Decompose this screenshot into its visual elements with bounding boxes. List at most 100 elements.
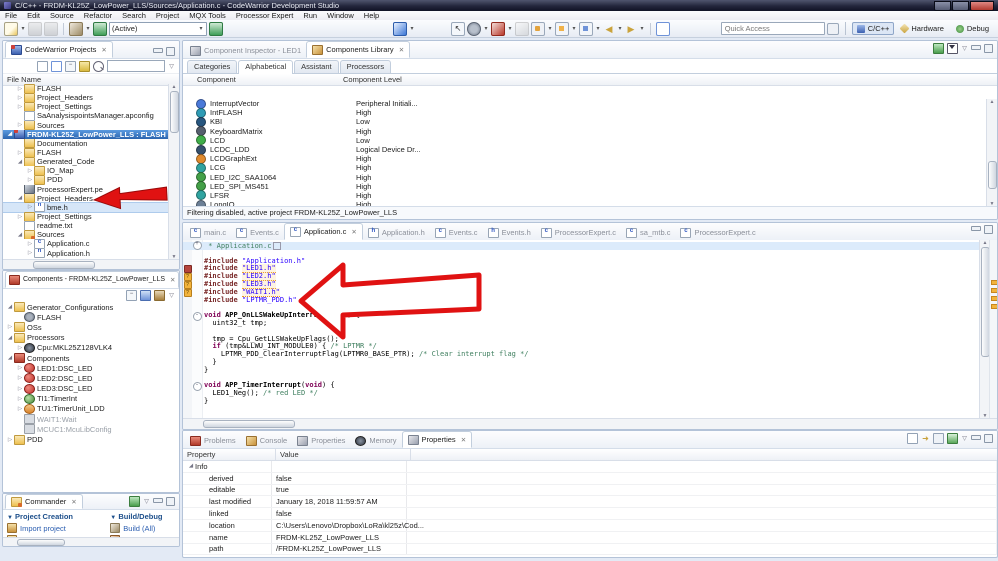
expander-icon[interactable]: ◢ — [6, 335, 14, 341]
expander-icon[interactable]: ◢ — [16, 232, 24, 238]
component-row-lcg[interactable]: LCG High — [183, 162, 987, 173]
tree-item-flash[interactable]: ▷ FLASH — [3, 147, 170, 158]
code-line-1[interactable]: + * Application.c — [183, 241, 980, 251]
subtab-assistant[interactable]: Assistant — [294, 60, 339, 73]
minimize-view-icon[interactable] — [971, 44, 981, 50]
maximize-button[interactable] — [952, 0, 969, 11]
component-row-led-i2c-saa1064[interactable]: LED_I2C_SAA1064 High — [183, 172, 987, 183]
project-filter-input[interactable] — [107, 60, 165, 72]
build-config-icon[interactable] — [209, 21, 223, 36]
expander-icon[interactable]: ▷ — [26, 168, 34, 174]
tab-commander[interactable]: Commander ✕ — [5, 494, 83, 509]
flash-programmer-icon[interactable] — [93, 21, 107, 36]
component-row-kbi[interactable]: KBI Low — [183, 116, 987, 127]
menu-mqx-tools[interactable]: MQX Tools — [184, 11, 231, 20]
menu-project[interactable]: Project — [151, 11, 184, 20]
minimize-view-icon[interactable] — [971, 225, 981, 231]
feather-icon[interactable] — [393, 21, 407, 36]
tree-item-cpu-mkl25z128vlk4[interactable]: ▷ Cpu:MKL25Z128VLK4 — [3, 342, 179, 353]
component-row-intflash[interactable]: IntFLASH High — [183, 107, 987, 118]
code-line-8[interactable]: #include "LPTMR_PDD.h" — [183, 296, 980, 305]
component-row-lcdc-ldd[interactable]: LCDC_LDD Logical Device Dr... — [183, 144, 987, 155]
maximize-view-icon[interactable] — [984, 225, 993, 234]
expander-icon[interactable]: ▷ — [16, 95, 24, 101]
export-icon[interactable] — [154, 290, 165, 301]
tree-item-wait1-wait[interactable]: WAIT1:Wait — [3, 414, 179, 425]
editor-tab-events-c[interactable]: Events.c — [231, 225, 284, 240]
code-line-16[interactable]: } — [183, 358, 980, 367]
expander-icon[interactable]: ▷ — [16, 150, 24, 156]
projects-vertical-scrollbar[interactable]: ▲ ▼ — [168, 84, 179, 260]
expander-icon[interactable]: ▷ — [6, 324, 14, 330]
warning-marker-icon[interactable]: ? — [183, 288, 192, 297]
tab-close-icon[interactable]: ✕ — [351, 228, 356, 236]
pencil-icon[interactable] — [515, 21, 529, 36]
component-row-keyboardmatrix[interactable]: KeyboardMatrix High — [183, 126, 987, 137]
expander-icon[interactable]: ▷ — [26, 177, 34, 183]
fold-toggle-icon[interactable]: + — [192, 241, 202, 251]
property-row-linked[interactable]: linked false — [183, 508, 997, 520]
file-name-column-header[interactable]: File Name — [3, 75, 41, 84]
tree-item-bme-h[interactable]: ▷ bme.h — [3, 201, 170, 213]
tree-item-saanalysispointsmanager-apconfig[interactable]: SaAnalysispointsManager.apconfig — [3, 111, 170, 121]
tree-item-frdm-kl25z-lowpower-lls-flash[interactable]: ◢ FRDM-KL25Z_LowPower_LLS : FLASH — [3, 129, 170, 139]
expander-icon[interactable]: ◢ — [187, 463, 195, 469]
add-component-icon[interactable] — [933, 43, 944, 54]
editor-tab-events-h[interactable]: Events.h — [483, 225, 536, 240]
warning-mark[interactable] — [991, 280, 997, 285]
library-vertical-scrollbar[interactable]: ▲ ▼ — [986, 99, 997, 207]
perspective-debug-button[interactable]: Debug — [951, 22, 994, 35]
commander-action-build-all[interactable]: Build (All) — [110, 523, 162, 533]
tree-item-sources[interactable]: ◢ Sources — [3, 230, 170, 240]
view-menu-icon[interactable]: ▽ — [961, 45, 968, 52]
active-config-select[interactable]: (Active) ▾ — [109, 21, 207, 36]
collapse-all-icon[interactable]: − — [65, 60, 76, 72]
menu-refactor[interactable]: Refactor — [79, 11, 117, 20]
code-line-17[interactable]: } — [183, 366, 980, 375]
property-row-path[interactable]: path/FRDM-KL25Z_LowPower_LLS — [183, 543, 997, 556]
view-menu-icon[interactable]: ▽ — [961, 435, 968, 442]
tree-item-led3-dsc-led[interactable]: ▷ LED3:DSC_LED — [3, 383, 179, 394]
editor-tab-events-c[interactable]: Events.c — [430, 225, 483, 240]
tree-item-led2-dsc-led[interactable]: ▷ LED2:DSC_LED — [3, 373, 179, 384]
save-icon[interactable] — [28, 21, 42, 36]
property-row-derived[interactable]: derived false — [183, 472, 997, 485]
code-line-7[interactable]: ? #include "WAIT1.h" — [183, 287, 980, 297]
code-line-11[interactable]: uint32_t tmp; — [183, 319, 980, 328]
library-tab-components-library[interactable]: Components Library ✕ — [306, 41, 411, 58]
property-row-info[interactable]: ◢ Info — [183, 461, 997, 473]
bottom-tab-properties[interactable]: Properties ✕ — [401, 431, 473, 448]
menu-search[interactable]: Search — [117, 11, 151, 20]
component-row-lcdgraphext[interactable]: LCDGraphExt High — [183, 153, 987, 164]
warning-mark[interactable] — [991, 288, 997, 293]
expander-icon[interactable]: ◢ — [6, 304, 14, 310]
tree-item-project-headers[interactable]: ▷ Project_Headers — [3, 93, 170, 103]
tree-item-tu1-timerunit-ldd[interactable]: ▷ TU1:TimerUnit_LDD — [3, 403, 179, 414]
tree-item-readme-txt[interactable]: readme.txt — [3, 221, 170, 231]
tree-item-mcuc1-mculibconfig[interactable]: MCUC1:McuLibConfig — [3, 424, 179, 435]
maximize-view-icon[interactable] — [166, 47, 175, 56]
tree-item-led1-dsc-led[interactable]: ▷ LED1:DSC_LED — [3, 363, 179, 374]
maximize-view-icon[interactable] — [984, 434, 993, 443]
next-annotation-icon[interactable] — [579, 21, 593, 36]
tree-item-application-c[interactable]: ▷ Application.c — [3, 239, 170, 249]
show-advanced-icon[interactable]: ➜ — [921, 434, 930, 443]
fold-toggle-icon[interactable]: - — [192, 381, 202, 391]
open-perspective-button[interactable] — [826, 22, 839, 35]
layout-icon[interactable] — [37, 60, 48, 72]
menu-run[interactable]: Run — [298, 11, 322, 20]
tree-item-generator-configurations[interactable]: ◢ Generator_Configurations — [3, 302, 179, 313]
property-row-editable[interactable]: editable true — [183, 484, 997, 497]
expander-icon[interactable]: ▷ — [16, 406, 24, 412]
minimize-view-icon[interactable] — [153, 47, 163, 53]
subtab-processors[interactable]: Processors — [339, 60, 392, 73]
tree-item-processors[interactable]: ◢ Processors — [3, 332, 179, 343]
tab-close-icon[interactable]: ✕ — [399, 46, 404, 54]
tab-codewarrior-projects[interactable]: CodeWarrior Projects ✕ — [5, 41, 113, 58]
editor-tab-application-h[interactable]: Application.h — [363, 225, 430, 240]
expander-icon[interactable]: ▷ — [26, 204, 34, 210]
bottom-tab-console[interactable]: Console — [241, 433, 293, 448]
expander-icon[interactable]: ▷ — [26, 250, 34, 256]
pin-view-icon[interactable] — [947, 433, 958, 444]
expander-icon[interactable]: ▷ — [6, 437, 14, 443]
